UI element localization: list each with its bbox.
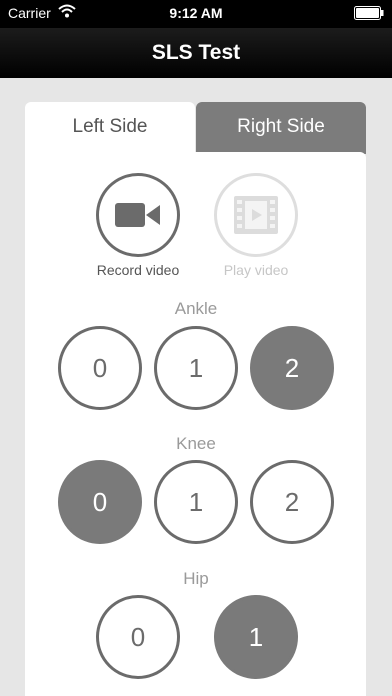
video-camera-icon: [115, 203, 160, 227]
hip-label: Hip: [183, 569, 209, 588]
status-bar: Carrier 9:12 AM: [0, 0, 392, 28]
hip-score-0[interactable]: 0: [96, 595, 180, 679]
navigation-bar: SLS Test: [0, 28, 392, 78]
page-title: SLS Test: [151, 41, 241, 64]
content-card: [25, 152, 366, 696]
film-play-icon: [234, 196, 278, 234]
record-video-label: Record video: [96, 262, 180, 278]
tab-right-side[interactable]: Right Side: [196, 102, 366, 154]
battery-icon: [354, 6, 384, 20]
knee-score-0[interactable]: 0: [58, 460, 142, 544]
knee-score-2[interactable]: 2: [250, 460, 334, 544]
status-time: 9:12 AM: [169, 5, 223, 21]
knee-label: Knee: [176, 434, 216, 453]
tab-left-side[interactable]: Left Side: [25, 102, 195, 154]
knee-score-1[interactable]: 1: [154, 460, 238, 544]
ankle-score-0[interactable]: 0: [58, 326, 142, 410]
play-video-label: Play video: [223, 262, 289, 278]
ankle-score-1[interactable]: 1: [154, 326, 238, 410]
record-video-button[interactable]: [96, 173, 180, 257]
play-video-button[interactable]: [214, 173, 298, 257]
ankle-label: Ankle: [174, 299, 218, 318]
hip-score-1[interactable]: 1: [214, 595, 298, 679]
ankle-score-2[interactable]: 2: [250, 326, 334, 410]
